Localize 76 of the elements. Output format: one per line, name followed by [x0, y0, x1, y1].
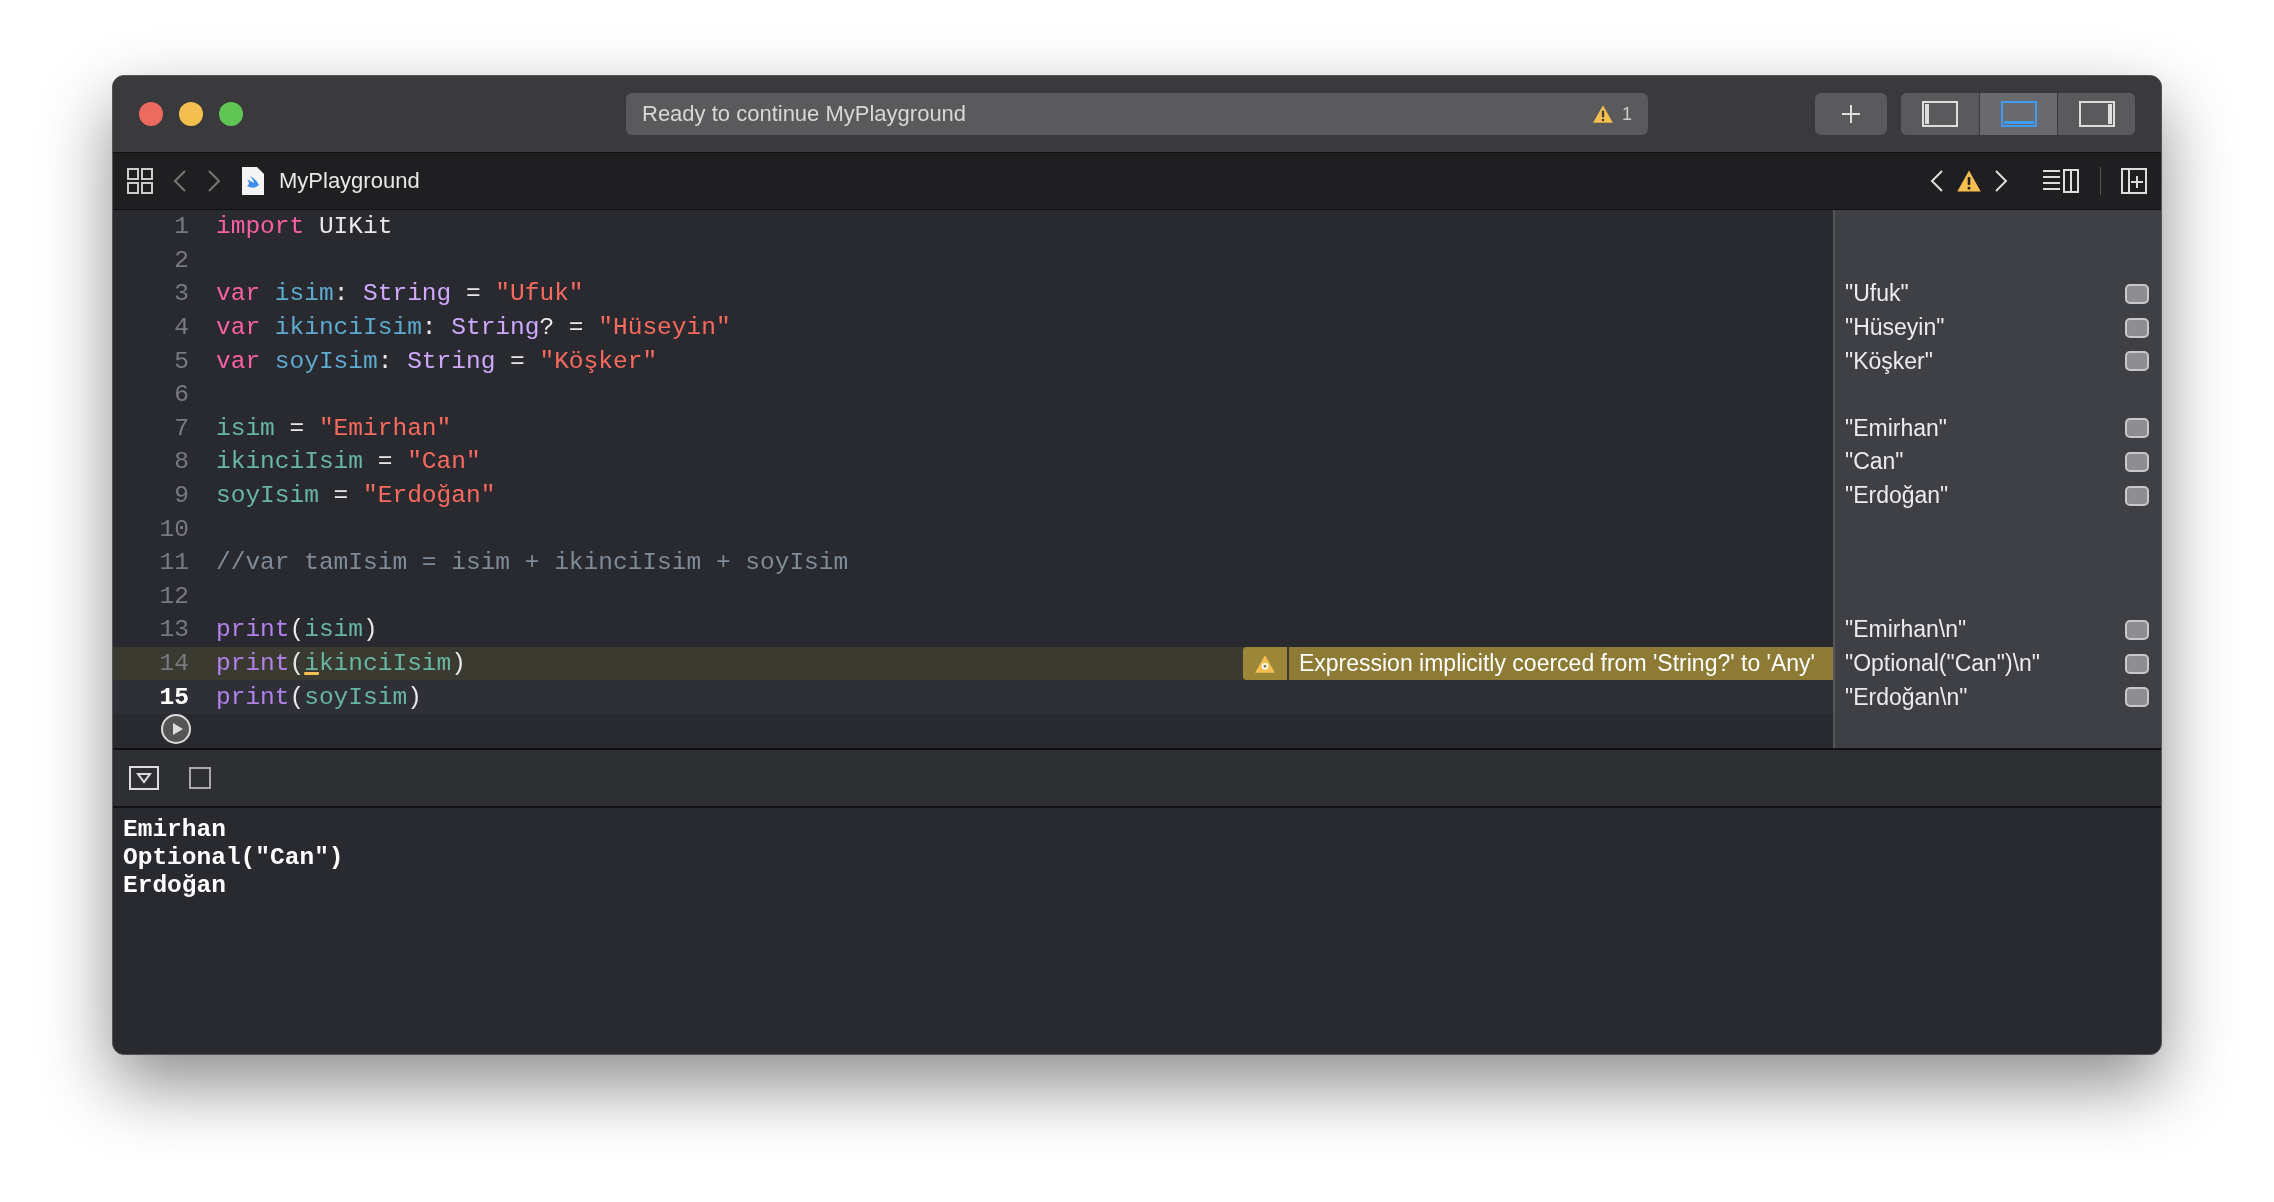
line-number: 13 [158, 616, 189, 644]
result-value: "Emirhan\n" [1845, 616, 1967, 644]
forward-icon[interactable] [207, 169, 221, 193]
console-output: Emirhan [123, 816, 227, 844]
show-result-button[interactable] [2125, 451, 2149, 472]
code-line: print(ikinciIsim) [216, 650, 466, 677]
warning-icon [1253, 653, 1276, 674]
show-result-button[interactable] [2125, 317, 2149, 338]
code-line: import UIKit [216, 213, 393, 241]
panel-icon [2000, 101, 2037, 127]
result-value: "Ufuk" [1845, 280, 1909, 308]
panel-icon [2078, 101, 2115, 127]
file-name-link[interactable]: MyPlayground [279, 168, 420, 194]
result-value: "Hüseyin" [1845, 314, 1945, 342]
console-output: Optional("Can") [123, 844, 345, 872]
panel-icon [1922, 101, 1958, 127]
grid-icon[interactable] [127, 168, 153, 194]
code-line: soyIsim = "Erdoğan" [216, 482, 496, 510]
code-line: isim = "Emirhan" [216, 414, 452, 442]
add-editor-icon[interactable] [2121, 168, 2147, 194]
code-line: //var tamIsim = isim + ikinciIsim + soyIsim [216, 549, 849, 577]
previous-issue-icon[interactable] [1930, 169, 1944, 193]
plus-icon [1840, 103, 1862, 125]
back-icon[interactable] [173, 169, 187, 193]
console-output: Erdoğan [123, 872, 227, 900]
result-value: "Erdoğan" [1845, 482, 1949, 510]
add-button[interactable] [1815, 93, 1887, 135]
line-number: 1 [173, 213, 189, 241]
status-text: Ready to continue MyPlayground [642, 101, 968, 127]
window-control-button[interactable] [219, 102, 243, 126]
next-issue-icon[interactable] [1994, 169, 2008, 193]
code-line: var isim: String = "Ufuk" [216, 280, 584, 308]
result-value: "Can" [1845, 448, 1904, 476]
line-number: 7 [173, 414, 189, 442]
show-result-button[interactable] [2125, 351, 2149, 372]
show-result-button[interactable] [2125, 485, 2149, 506]
warning-icon [1592, 104, 1614, 124]
result-value: "Optional("Can")\n" [1845, 650, 2041, 677]
lines-icon[interactable] [2042, 168, 2080, 194]
window-control-button[interactable] [179, 102, 203, 126]
line-number: 12 [158, 582, 189, 610]
hide-console-icon[interactable] [129, 766, 159, 790]
code-line: ikinciIsim = "Can" [216, 448, 481, 476]
show-result-button[interactable] [2125, 418, 2149, 439]
play-icon [171, 721, 184, 736]
line-number: 3 [173, 280, 189, 308]
show-result-button[interactable] [2125, 687, 2149, 708]
panel-toggle-button[interactable] [2057, 93, 2135, 135]
swift-file-icon [241, 166, 265, 196]
code-line: var ikinciIsim: String? = "Hüseyin" [216, 314, 731, 342]
show-result-button[interactable] [2125, 653, 2149, 674]
line-number: 10 [158, 515, 189, 543]
line-number: 8 [173, 448, 189, 476]
code-line: var soyIsim: String = "Köşker" [216, 347, 658, 375]
line-number: 5 [173, 347, 189, 375]
show-result-button[interactable] [2125, 284, 2149, 304]
result-value: "Erdoğan\n" [1845, 683, 1968, 711]
warning-icon[interactable] [1956, 169, 1982, 193]
code-line: print(isim) [216, 616, 378, 644]
result-value: "Köşker" [1845, 347, 1933, 375]
warning-message: Expression implicitly coerced from 'String?' to 'Any' [1297, 649, 1816, 678]
line-number: 15 [158, 683, 189, 711]
line-number: 2 [173, 246, 189, 274]
panel-toggle-button[interactable] [1979, 93, 2057, 135]
square-icon[interactable] [189, 767, 211, 789]
warning-count: 1 [1622, 103, 1632, 125]
line-number: 11 [158, 549, 189, 577]
show-result-button[interactable] [2125, 619, 2149, 640]
line-number: 14 [158, 650, 189, 677]
window-control-button[interactable] [139, 102, 163, 126]
line-number: 6 [173, 381, 189, 409]
line-number: 9 [173, 482, 189, 510]
line-number: 4 [173, 314, 189, 342]
code-line: print(soyIsim) [216, 683, 422, 711]
result-value: "Emirhan" [1845, 414, 1947, 442]
run-button[interactable] [161, 713, 191, 744]
